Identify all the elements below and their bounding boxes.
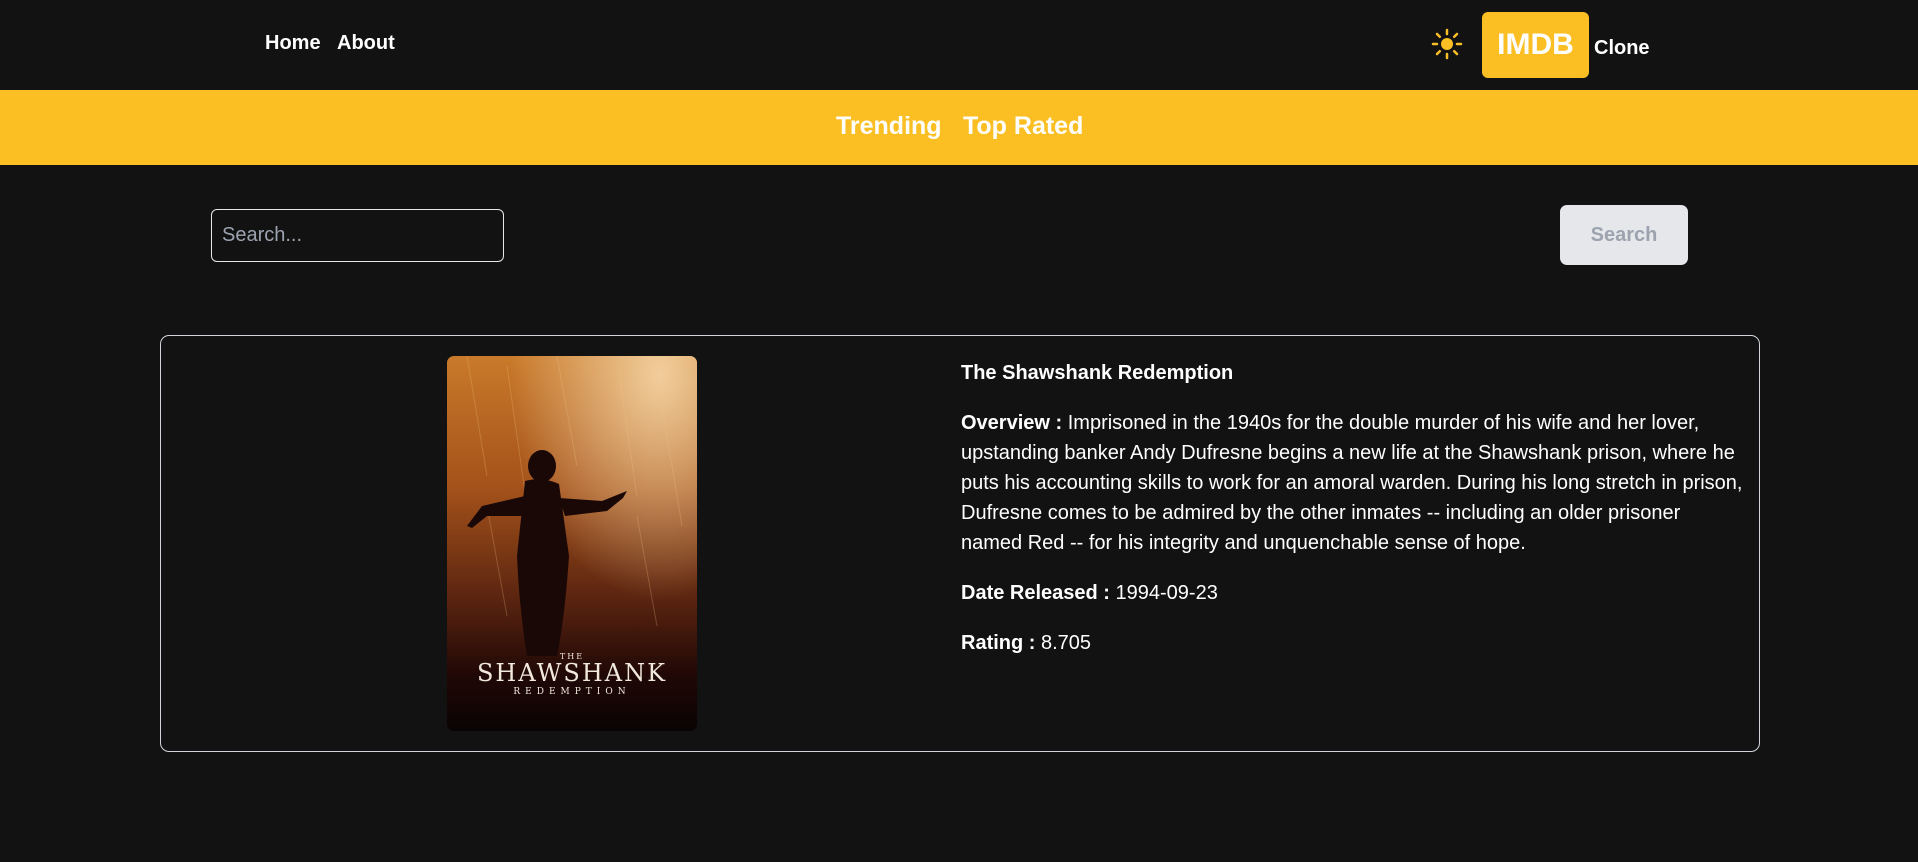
overview-text: Imprisoned in the 1940s for the double m… [961, 412, 1743, 554]
logo-suffix: Clone [1594, 37, 1650, 59]
top-navbar: Home About IMDB Clone [0, 0, 1918, 90]
release-date-label: Date Released : [961, 582, 1110, 604]
poster-title-text: SHAWSHANK [477, 659, 667, 687]
overview-label: Overview : [961, 412, 1063, 434]
movie-title: The Shawshank Redemption [961, 362, 1234, 384]
rating-label: Rating : [961, 632, 1036, 654]
poster-subtitle-text: REDEMPTION [513, 687, 630, 697]
sun-icon[interactable] [1431, 28, 1463, 60]
release-date-row: Date Released : 1994-09-23 [961, 578, 1746, 608]
movie-details: The Shawshank Redemption Overview : Impr… [961, 358, 1746, 678]
movie-card: THE SHAWSHANK REDEMPTION The Shawshank R… [160, 335, 1760, 752]
tab-top-rated[interactable]: Top Rated [963, 112, 1083, 141]
nav-about-link[interactable]: About [337, 32, 395, 55]
release-date-value: 1994-09-23 [1115, 582, 1218, 604]
search-button[interactable]: Search [1560, 205, 1688, 265]
overview-row: Overview : Imprisoned in the 1940s for t… [961, 408, 1746, 558]
tab-trending[interactable]: Trending [836, 112, 942, 141]
search-input[interactable] [211, 209, 504, 262]
logo-badge[interactable]: IMDB [1482, 12, 1589, 78]
category-tabs: Trending Top Rated [0, 90, 1918, 165]
nav-home-link[interactable]: Home [265, 32, 321, 55]
rating-row: Rating : 8.705 [961, 628, 1746, 658]
movie-poster: THE SHAWSHANK REDEMPTION [447, 356, 697, 731]
rating-value: 8.705 [1041, 632, 1092, 654]
